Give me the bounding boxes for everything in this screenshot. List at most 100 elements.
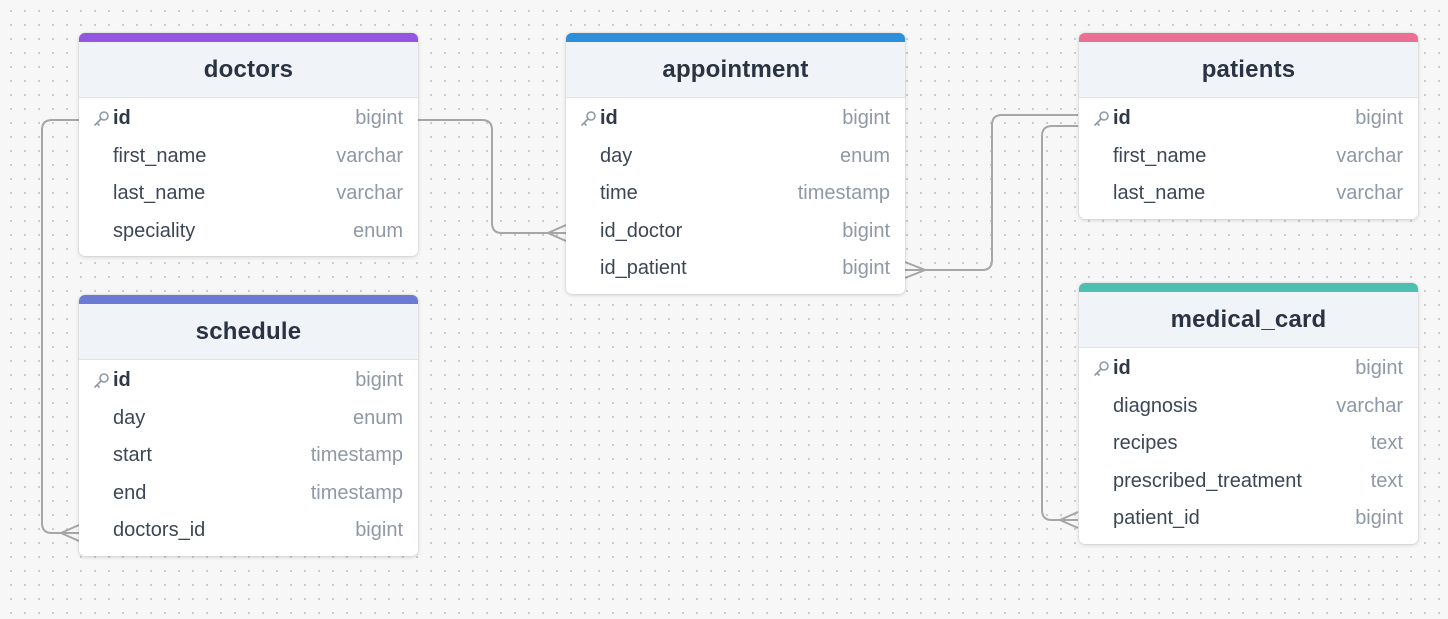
- key-icon: [580, 110, 600, 127]
- column-row-last-name[interactable]: last_name varchar: [1079, 175, 1418, 213]
- table-header[interactable]: medical_card: [1079, 292, 1418, 348]
- column-list: id bigint first_name varchar last_name varcha…: [1079, 98, 1418, 219]
- key-icon: [1093, 110, 1113, 127]
- key-icon: [93, 372, 113, 389]
- column-type: bigint: [1355, 107, 1403, 130]
- column-type: bigint: [355, 519, 403, 542]
- column-name: end: [113, 481, 147, 504]
- table-color-bar: [79, 33, 418, 42]
- column-row-id-patient[interactable]: id_patient bigint: [566, 250, 905, 288]
- column-list: id bigint first_name varchar last_name varcha…: [79, 98, 418, 256]
- column-name: recipes: [1113, 432, 1178, 455]
- column-row-last-name[interactable]: last_name varchar: [79, 175, 418, 213]
- table-color-bar: [79, 295, 418, 304]
- column-name: patient_id: [1113, 507, 1200, 530]
- column-type: bigint: [842, 257, 890, 280]
- column-type: timestamp: [797, 182, 890, 205]
- column-name: id: [113, 369, 131, 392]
- column-list: id bigint day enum time timestamp id_doctor big…: [566, 98, 905, 294]
- column-row-recipes[interactable]: recipes text: [1079, 425, 1418, 463]
- relationship-doctors-schedule: [41, 119, 79, 534]
- column-name: id_doctor: [600, 219, 683, 242]
- column-type: enum: [352, 219, 403, 242]
- column-type: varchar: [1336, 182, 1403, 205]
- column-name: first_name: [1113, 144, 1207, 167]
- column-type: varchar: [336, 182, 403, 205]
- column-row-id-doctor[interactable]: id_doctor bigint: [566, 213, 905, 251]
- table-appointment[interactable]: appointment id bigint day enum time timestamp i…: [566, 33, 905, 294]
- column-type: text: [1370, 469, 1403, 492]
- column-row-speciality[interactable]: speciality enum: [79, 213, 418, 251]
- column-row-time[interactable]: time timestamp: [566, 175, 905, 213]
- column-type: enum: [839, 144, 890, 167]
- column-list: id bigint diagnosis varchar recipes text presc…: [1079, 348, 1418, 544]
- column-type: varchar: [1336, 394, 1403, 417]
- column-row-patient-id[interactable]: patient_id bigint: [1079, 500, 1418, 538]
- key-icon: [1093, 360, 1113, 377]
- column-name: id: [113, 107, 131, 130]
- table-title: medical_card: [1170, 305, 1327, 333]
- relationship-doctors-appointment: [418, 119, 566, 234]
- column-name: day: [113, 406, 146, 429]
- table-color-bar: [1079, 33, 1418, 42]
- column-type: varchar: [1336, 144, 1403, 167]
- column-name: id_patient: [600, 257, 687, 280]
- table-header[interactable]: appointment: [566, 42, 905, 98]
- column-row-end[interactable]: end timestamp: [79, 475, 418, 513]
- table-schedule[interactable]: schedule id bigint day enum start timestamp end…: [79, 295, 418, 556]
- crowfoot-appointment-id-patient: [904, 261, 928, 279]
- column-name: time: [600, 182, 638, 205]
- column-row-id[interactable]: id bigint: [79, 362, 418, 400]
- column-row-id[interactable]: id bigint: [1079, 100, 1418, 138]
- table-header[interactable]: patients: [1079, 42, 1418, 98]
- column-row-day[interactable]: day enum: [79, 400, 418, 438]
- column-type: varchar: [336, 144, 403, 167]
- relationship-patients-appointment: [905, 114, 1078, 271]
- column-name: diagnosis: [1113, 394, 1198, 417]
- column-row-id[interactable]: id bigint: [566, 100, 905, 138]
- column-name: id: [1113, 107, 1131, 130]
- relationship-patients-medical-card: [1041, 125, 1078, 521]
- column-name: id: [600, 107, 618, 130]
- table-header[interactable]: doctors: [79, 42, 418, 98]
- column-list: id bigint day enum start timestamp end timestam…: [79, 360, 418, 556]
- table-medical-card[interactable]: medical_cardid bigint diagnosis varchar reci…: [1079, 283, 1418, 544]
- column-type: enum: [352, 406, 403, 429]
- table-patients[interactable]: patients id bigint first_name varchar last_na…: [1079, 33, 1418, 219]
- crowfoot-appointment-id-doctor: [545, 224, 567, 242]
- column-row-day[interactable]: day enum: [566, 138, 905, 176]
- column-name: last_name: [113, 182, 206, 205]
- column-type: bigint: [842, 107, 890, 130]
- column-row-prescribed-treatment[interactable]: prescribed_treatment text: [1079, 463, 1418, 501]
- column-name: prescribed_treatment: [1113, 469, 1302, 492]
- table-header[interactable]: schedule: [79, 304, 418, 360]
- column-type: bigint: [842, 219, 890, 242]
- column-row-start[interactable]: start timestamp: [79, 437, 418, 475]
- column-type: text: [1370, 432, 1403, 455]
- table-title: appointment: [662, 55, 809, 83]
- table-title: doctors: [203, 55, 294, 83]
- crowfoot-medical-card-patient-id: [1057, 511, 1079, 529]
- column-name: speciality: [113, 219, 196, 242]
- crowfoot-schedule-doctors-id: [58, 524, 80, 542]
- column-type: bigint: [1355, 507, 1403, 530]
- column-type: bigint: [1355, 357, 1403, 380]
- column-type: bigint: [355, 369, 403, 392]
- column-row-id[interactable]: id bigint: [1079, 350, 1418, 388]
- column-row-id[interactable]: id bigint: [79, 100, 418, 138]
- table-color-bar: [566, 33, 905, 42]
- column-type: timestamp: [310, 481, 403, 504]
- column-name: doctors_id: [113, 519, 206, 542]
- column-type: timestamp: [310, 444, 403, 467]
- column-name: start: [113, 444, 152, 467]
- column-name: last_name: [1113, 182, 1206, 205]
- column-name: day: [600, 144, 633, 167]
- column-row-first-name[interactable]: first_name varchar: [79, 138, 418, 176]
- column-row-first-name[interactable]: first_name varchar: [1079, 138, 1418, 176]
- column-name: id: [1113, 357, 1131, 380]
- table-doctors[interactable]: doctors id bigint first_name varchar last_nam…: [79, 33, 418, 256]
- column-row-doctors-id[interactable]: doctors_id bigint: [79, 512, 418, 550]
- key-icon: [93, 110, 113, 127]
- column-name: first_name: [113, 144, 207, 167]
- column-row-diagnosis[interactable]: diagnosis varchar: [1079, 388, 1418, 426]
